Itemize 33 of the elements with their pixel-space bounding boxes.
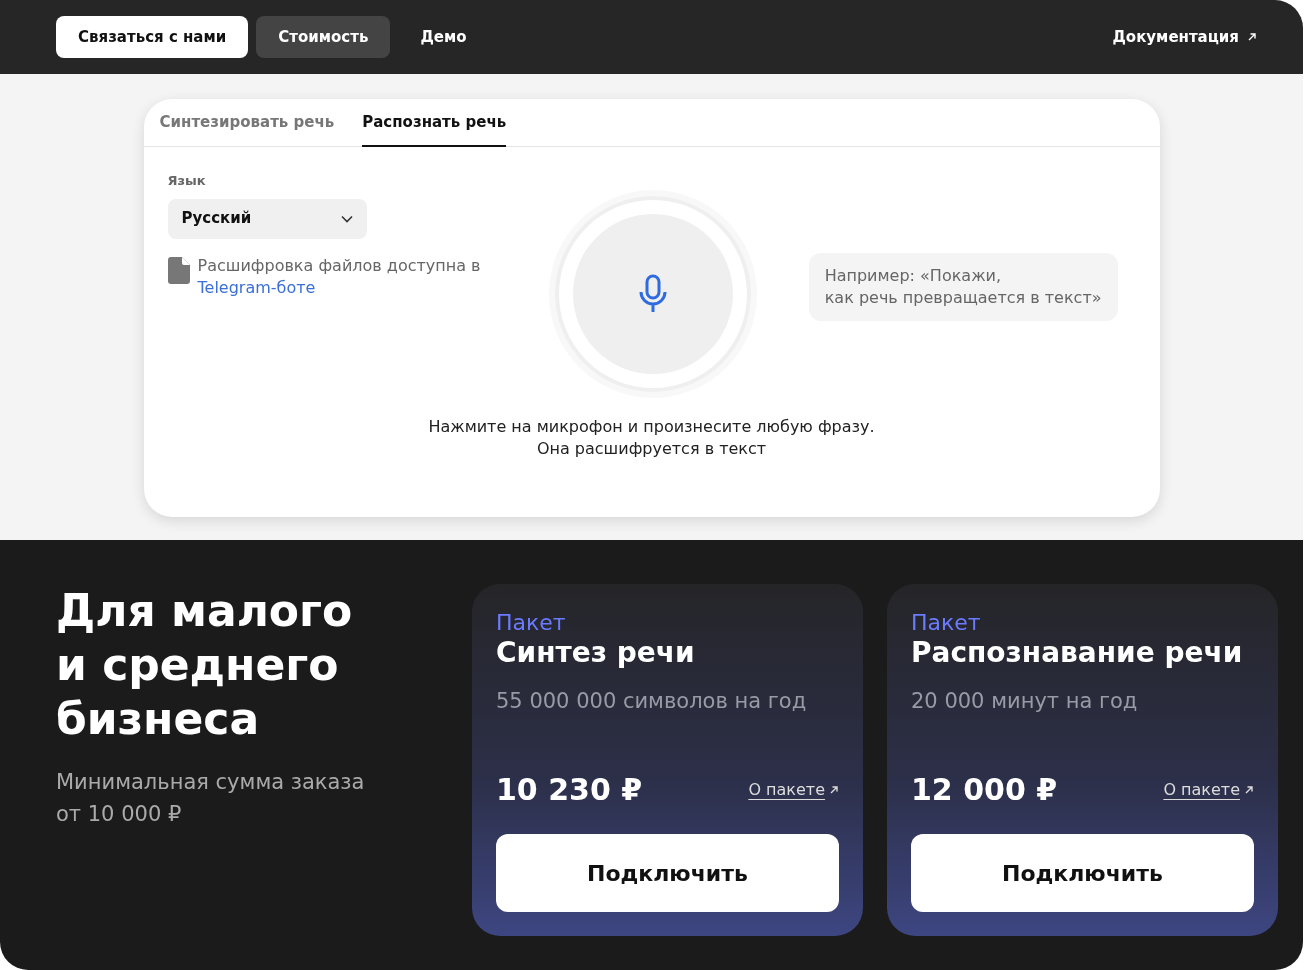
microphone-icon bbox=[637, 274, 668, 314]
file-transcription-note: Расшифровка файлов доступна в Telegram-боте bbox=[197, 254, 482, 299]
connect-button[interactable]: Подключить bbox=[911, 834, 1254, 912]
external-arrow-icon bbox=[1244, 784, 1254, 795]
example-phrase: Например: «Покажи, как речь превращается в текст» bbox=[808, 253, 1118, 321]
instruction-text: Нажмите на микрофон и произнесите любую фразу. Она расшифруется в текст bbox=[427, 416, 876, 460]
package-price: 12 000 ₽ bbox=[911, 771, 1058, 809]
package-details-link[interactable]: О пакете bbox=[1163, 777, 1254, 802]
package-details-link[interactable]: О пакете bbox=[748, 777, 839, 802]
package-name: Распознавание речи bbox=[911, 636, 1243, 670]
section-heading: Для малого и среднего бизнеса bbox=[56, 584, 354, 746]
nav-button[interactable]: Стоимость bbox=[256, 15, 391, 59]
package-volume: 55 000 000 символов на год bbox=[496, 688, 807, 715]
documentation-link[interactable]: Документация bbox=[1112, 25, 1257, 49]
document-icon bbox=[167, 256, 190, 284]
external-arrow-icon bbox=[1247, 32, 1257, 42]
telegram-bot-link[interactable]: Telegram-боте bbox=[197, 277, 316, 297]
minimum-order-text: Минимальная сумма заказа от 10 000 ₽ bbox=[56, 769, 366, 828]
tab[interactable]: Распознать речь bbox=[362, 99, 507, 147]
package-eyebrow: Пакет bbox=[496, 610, 566, 636]
connect-button[interactable]: Подключить bbox=[496, 834, 839, 912]
package-price: 10 230 ₽ bbox=[496, 771, 643, 809]
microphone-button[interactable] bbox=[572, 214, 733, 374]
package-volume: 20 000 минут на год bbox=[911, 688, 1138, 715]
nav-button[interactable]: Связаться с нами bbox=[56, 15, 249, 59]
package-name: Синтез речи bbox=[496, 636, 695, 670]
field-label: Язык bbox=[167, 172, 207, 190]
package-eyebrow: Пакет bbox=[911, 610, 981, 636]
language-select[interactable]: Русский bbox=[167, 198, 367, 239]
chevron-down-icon bbox=[340, 214, 353, 223]
nav-button[interactable]: Демо bbox=[398, 15, 489, 59]
tab[interactable]: Синтезировать речь bbox=[159, 99, 335, 147]
external-arrow-icon bbox=[829, 784, 839, 795]
